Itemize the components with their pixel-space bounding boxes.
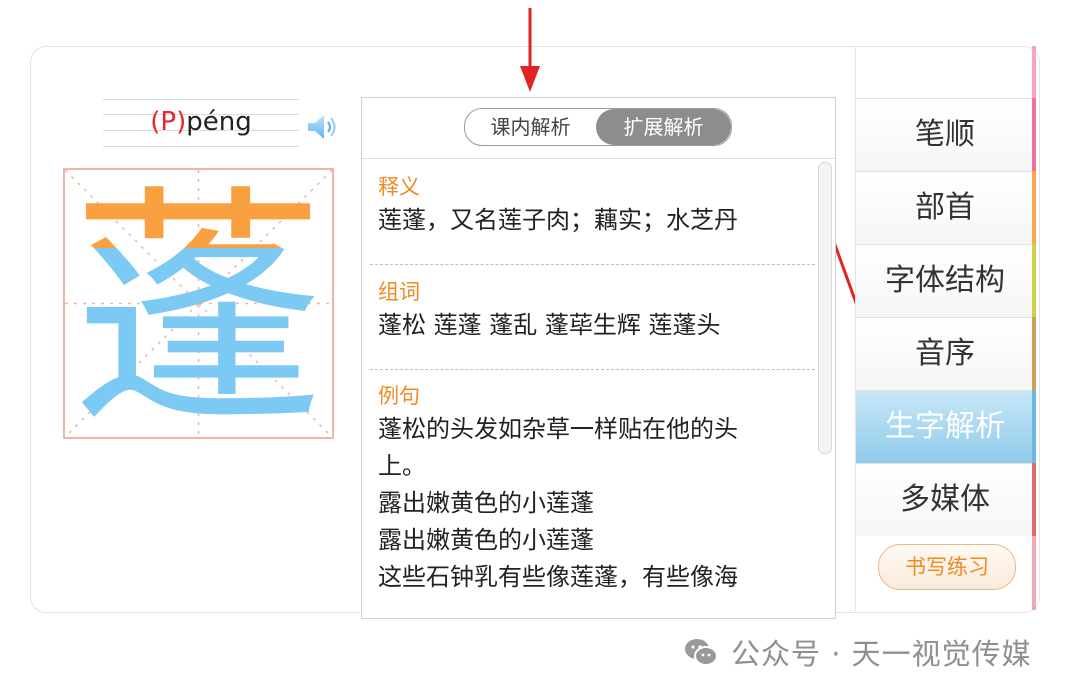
nav-item-multimedia[interactable]: 多媒体: [856, 463, 1034, 536]
words-section: 组词 蓬松 莲蓬 蓬乱 蓬荜生辉 莲蓬头: [378, 277, 811, 344]
writing-practice-button[interactable]: 书写练习: [878, 544, 1016, 590]
tab-in-class-analysis[interactable]: 课内解析: [465, 109, 596, 145]
speaker-icon[interactable]: [306, 113, 340, 141]
panel-scrollbar[interactable]: [818, 162, 832, 454]
pinyin-syllable: péng: [186, 107, 252, 137]
pinyin-marker: (P): [150, 107, 187, 137]
example-line: 这些石钟乳有些像莲蓬，有些像海: [378, 563, 738, 591]
watermark: 公众号 · 天一视觉传媒: [683, 630, 1032, 674]
section-divider: [370, 264, 815, 265]
character-grid: 蓬 蓬: [63, 168, 334, 439]
nav-item-structure[interactable]: 字体结构: [856, 244, 1034, 317]
wechat-icon: [685, 639, 718, 666]
examples-section: 例句 蓬松的头发如杂草一样贴在他的头 上。 露出嫩黄色的小莲蓬 露出嫩黄色的小莲…: [378, 381, 811, 596]
nav-item-phonetic-order[interactable]: 音序: [856, 317, 1034, 390]
example-line: 露出嫩黄色的小莲蓬: [378, 489, 594, 517]
red-arrow-icon: [520, 8, 540, 92]
words-heading: 组词: [378, 280, 420, 304]
explanation-panel: 课内解析 扩展解析 释义 莲蓬，又名莲子肉；藕实；水芝丹 组词 蓬松 莲蓬 蓬乱…: [361, 97, 836, 619]
tab-extended-analysis[interactable]: 扩展解析: [596, 109, 731, 145]
analysis-toggle: 课内解析 扩展解析: [464, 108, 732, 146]
section-divider: [370, 369, 815, 370]
example-line: 蓬松的头发如杂草一样贴在他的头: [378, 415, 738, 443]
nav-item-character-analysis[interactable]: 生字解析: [856, 390, 1034, 463]
pinyin-display: (P)péng: [103, 99, 299, 147]
example-line: 上。: [378, 452, 426, 480]
meaning-line: 莲蓬，又名莲子肉；藕实；水芝丹: [378, 206, 738, 234]
example-line: 露出嫩黄色的小莲蓬: [378, 526, 594, 554]
watermark-text: 公众号 · 天一视觉传媒: [731, 637, 1032, 671]
nav-item-stroke-order[interactable]: 笔顺: [856, 98, 1034, 171]
words-line: 蓬松 莲蓬 蓬乱 蓬荜生辉 莲蓬头: [378, 311, 721, 339]
nav-item-radical[interactable]: 部首: [856, 171, 1034, 244]
pinyin-text: (P)péng: [103, 105, 299, 139]
right-nav: 笔顺 部首 字体结构 音序 生字解析 多媒体 书写练习: [855, 46, 1036, 611]
meaning-heading: 释义: [378, 175, 420, 199]
meaning-section: 释义 莲蓬，又名莲子肉；藕实；水芝丹: [378, 172, 811, 239]
examples-heading: 例句: [378, 384, 420, 408]
